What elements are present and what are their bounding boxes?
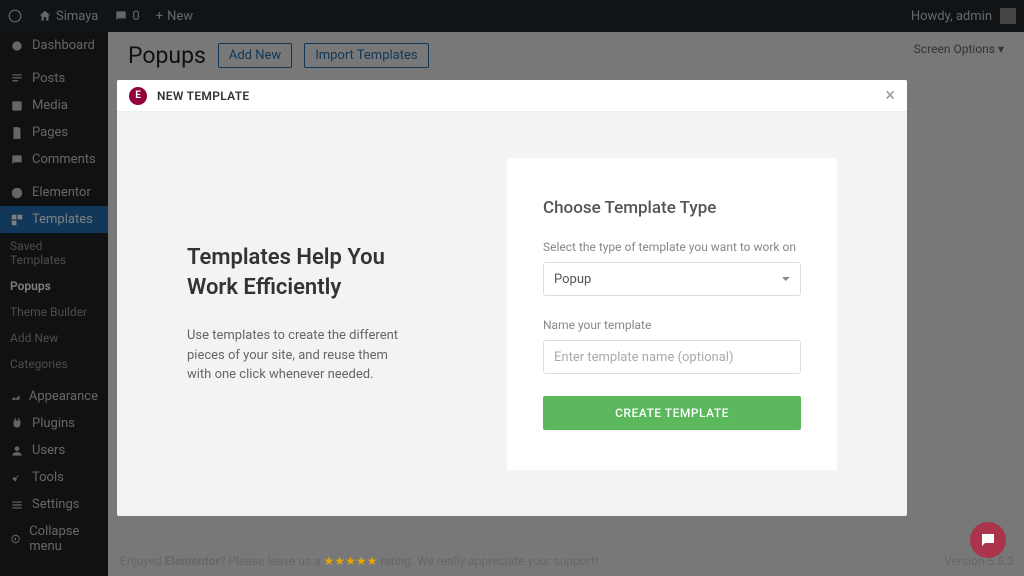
modal-header: E NEW TEMPLATE × <box>117 80 907 112</box>
new-template-modal: E NEW TEMPLATE × Templates Help You Work … <box>117 80 907 516</box>
modal-body: Templates Help You Work Efficiently Use t… <box>117 112 907 516</box>
chat-icon <box>979 531 997 549</box>
type-group: Select the type of template you want to … <box>543 240 801 296</box>
rating-stars-icon[interactable]: ★★★★★ <box>324 554 378 568</box>
name-group: Name your template <box>543 318 801 374</box>
footer-brand: Elementor <box>165 554 220 568</box>
elementor-logo-icon: E <box>129 87 147 105</box>
footer-part-3: rating. We really appreciate your suppor… <box>377 554 598 568</box>
footer-text: Enjoyed Elementor? Please leave us a ★★★… <box>120 554 598 568</box>
template-name-input[interactable] <box>543 340 801 374</box>
close-icon: × <box>885 85 895 106</box>
create-template-button[interactable]: CREATE TEMPLATE <box>543 396 801 430</box>
template-form: Choose Template Type Select the type of … <box>507 158 837 470</box>
modal-title: NEW TEMPLATE <box>157 89 249 103</box>
name-label: Name your template <box>543 318 801 332</box>
intro-line-2: Work Efficiently <box>187 275 341 300</box>
modal-intro: Templates Help You Work Efficiently Use t… <box>187 243 407 385</box>
intro-heading: Templates Help You Work Efficiently <box>187 243 407 302</box>
form-heading: Choose Template Type <box>543 198 801 218</box>
footer-part-2: ? Please leave us a <box>220 554 324 568</box>
intro-line-1: Templates Help You <box>187 245 385 270</box>
intro-desc: Use templates to create the different pi… <box>187 326 407 385</box>
help-fab-button[interactable] <box>970 522 1006 558</box>
footer-part-1: Enjoyed <box>120 554 165 568</box>
close-button[interactable]: × <box>885 85 895 106</box>
type-label: Select the type of template you want to … <box>543 240 801 254</box>
template-type-select[interactable]: Popup <box>543 262 801 296</box>
